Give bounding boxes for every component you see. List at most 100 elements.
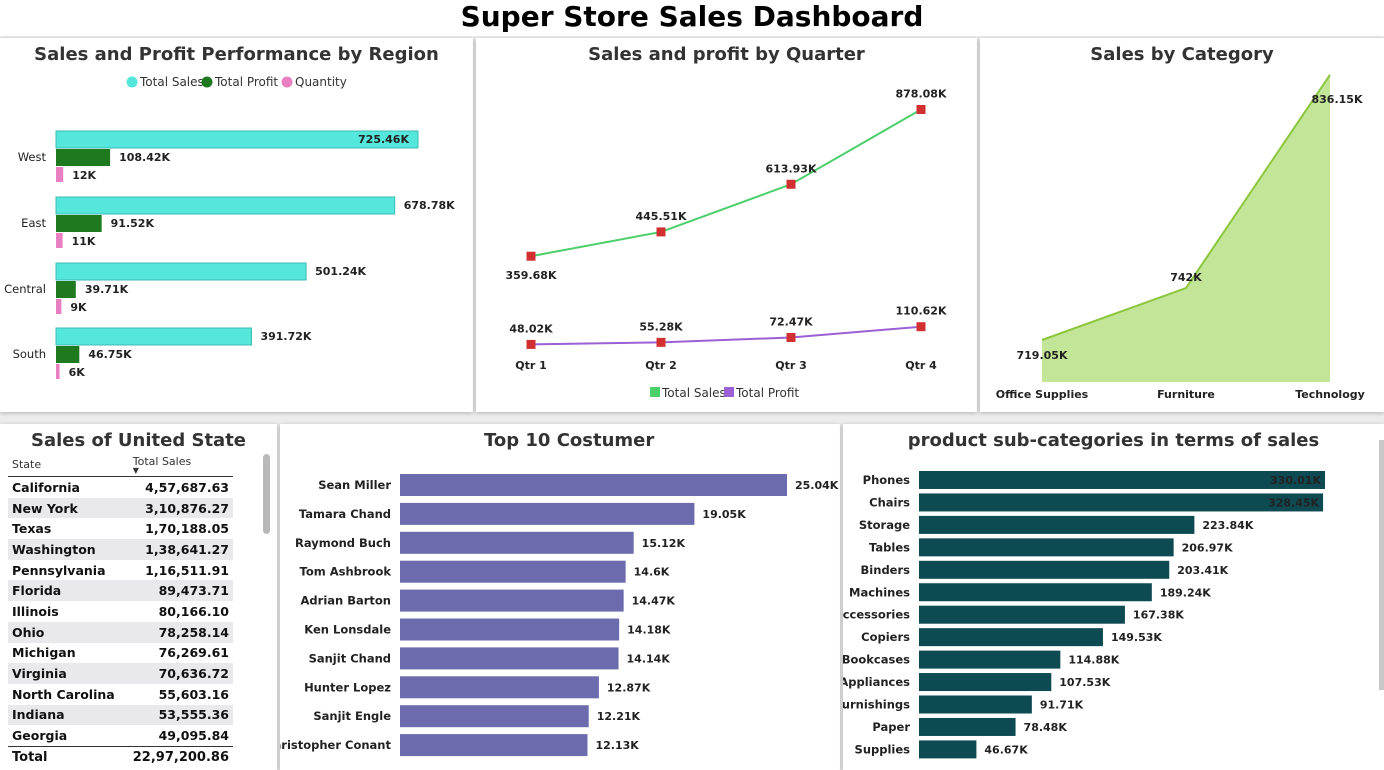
quarter-axis-label: Qtr 1 (515, 359, 547, 372)
customer-panel: Top 10 Costumer Sean Miller 25.04K Tamara … (280, 424, 840, 770)
state-name: Washington (8, 539, 129, 560)
quarter-axis-label: Qtr 2 (645, 359, 677, 372)
region-bar (56, 346, 80, 363)
legend-marker (650, 387, 660, 397)
region-value-label: 11K (72, 235, 96, 248)
region-panel: Sales and Profit Performance by Region T… (0, 38, 473, 412)
subcat-name: Appliances (843, 675, 910, 689)
customer-bar (400, 589, 624, 612)
table-row[interactable]: Indiana 53,555.36 (8, 704, 233, 726)
state-table: State Total Sales ▼ California 4,57,687.63… (8, 452, 233, 768)
quarter-value-label: 613.93K (766, 162, 817, 175)
customer-bar (400, 647, 619, 670)
customer-bar (400, 676, 599, 699)
subcat-panel: product sub-categories in terms of sales… (843, 424, 1384, 770)
state-name: Michigan (12, 645, 76, 661)
subcat-value-label: 167.38K (1133, 609, 1184, 622)
quarter-axis-label: Qtr 3 (775, 359, 807, 372)
subcat-bar (919, 583, 1152, 602)
subcat-bar (919, 471, 1325, 489)
quarter-value-label: 878.08K (896, 88, 947, 101)
table-row[interactable]: Michigan 76,269.61 (8, 643, 233, 664)
region-label: South (13, 347, 46, 361)
subcat-title: product sub-categories in terms of sales (907, 430, 1320, 451)
total-value: 22,97,200.86 (128, 745, 233, 768)
customer-name: Raymond Buch (295, 536, 391, 550)
legend-label: Total Profit (214, 75, 278, 89)
subcat-name: Bookcases (843, 653, 910, 667)
state-name: Texas (12, 521, 52, 537)
customer-value-label: 14.14K (627, 652, 671, 665)
region-bar (55, 327, 252, 346)
customer-bar (400, 705, 589, 728)
state-name: Indiana (8, 704, 129, 726)
table-row[interactable]: California 4,57,687.63 (8, 477, 233, 498)
subcat-bar (919, 628, 1103, 647)
region-bar (56, 281, 76, 298)
category-chart: 719.05K 742K 836.15K Office Supplies Furnitu… (996, 74, 1365, 401)
subcat-value-label: 203.41K (1177, 564, 1228, 577)
category-value-label: 719.05K (1017, 349, 1068, 362)
region-value-label: 46.75K (88, 348, 132, 361)
table-row[interactable]: New York 3,10,876.27 (8, 497, 233, 519)
state-panel: Sales of United State State Total Sales ▼… (0, 424, 277, 770)
table-row[interactable]: North Carolina 55,603.16 (8, 684, 233, 705)
region-bar (56, 167, 64, 182)
state-sales: 1,38,641.27 (128, 539, 233, 560)
state-name: Pennsylvania (12, 562, 106, 578)
col-sales-header[interactable]: Total Sales ▼ (128, 452, 233, 477)
region-label: Central (4, 282, 46, 296)
state-sales: 1,70,188.05 (145, 521, 229, 537)
table-row[interactable]: Texas 1,70,188.05 (8, 518, 233, 539)
legend-marker (126, 76, 138, 88)
table-scrollbar[interactable] (263, 454, 270, 534)
region-value-label: 391.72K (260, 330, 311, 343)
region-value-label: 678.78K (404, 199, 455, 212)
table-row[interactable]: Virginia 70,636.72 (8, 663, 233, 684)
subcat-bar (919, 650, 1061, 669)
region-bar (56, 233, 63, 248)
quarter-chart: 359.68K 445.51K 613.93K 878.08K 48.02K 55.28K… (506, 88, 947, 400)
quarter-line (530, 325, 922, 346)
subcat-value-label: 46.67K (984, 743, 1028, 756)
col-sales-label: Total Sales (132, 454, 192, 468)
subcat-name: Paper (872, 720, 910, 734)
col-state-header[interactable]: State (8, 452, 129, 477)
region-value-label: 6K (69, 366, 86, 379)
subcat-bar (919, 538, 1174, 557)
region-value-label: 39.71K (85, 283, 129, 296)
subcat-bar (919, 740, 977, 759)
subcat-bar (919, 695, 1032, 714)
state-name: Florida (8, 580, 129, 602)
customer-name: Tamara Chand (299, 507, 391, 521)
state-sales: 1,16,511.91 (145, 562, 229, 578)
customer-name: Adrian Barton (301, 594, 391, 608)
table-row[interactable]: Illinois 80,166.10 (8, 601, 233, 622)
state-sales: 70,636.72 (128, 663, 233, 684)
state-name: North Carolina (12, 686, 115, 702)
state-name: Ohio (8, 621, 129, 643)
quarter-line (530, 108, 922, 258)
state-sales: 55,603.16 (158, 686, 229, 702)
state-sales: 78,258.14 (128, 621, 233, 643)
customer-name: Sanjit Engle (313, 709, 391, 723)
category-value-label: 742K (1170, 271, 1202, 284)
page-scrollbar[interactable] (1379, 440, 1384, 690)
subcat-name: Supplies (855, 742, 911, 756)
table-row[interactable]: Pennsylvania 1,16,511.91 (8, 560, 233, 581)
total-label: Total (8, 745, 129, 768)
quarter-marker (916, 105, 926, 115)
customer-name: Hunter Lopez (304, 680, 391, 694)
region-value-label: 501.24K (315, 265, 366, 278)
table-row[interactable]: Georgia 49,095.84 (8, 725, 233, 746)
region-bar (56, 364, 60, 379)
customer-bar (400, 734, 588, 757)
table-row[interactable]: Washington 1,38,641.27 (8, 539, 233, 560)
category-panel: Sales by Category 719.05K 742K 836.15K Offi… (980, 38, 1384, 412)
quarter-marker (916, 322, 926, 332)
category-axis-label: Technology (1295, 388, 1365, 401)
customer-value-label: 25.04K (795, 479, 839, 492)
table-row[interactable]: Ohio 78,258.14 (8, 621, 233, 643)
table-row[interactable]: Florida 89,473.71 (8, 580, 233, 602)
state-sales: 80,166.10 (158, 603, 229, 619)
